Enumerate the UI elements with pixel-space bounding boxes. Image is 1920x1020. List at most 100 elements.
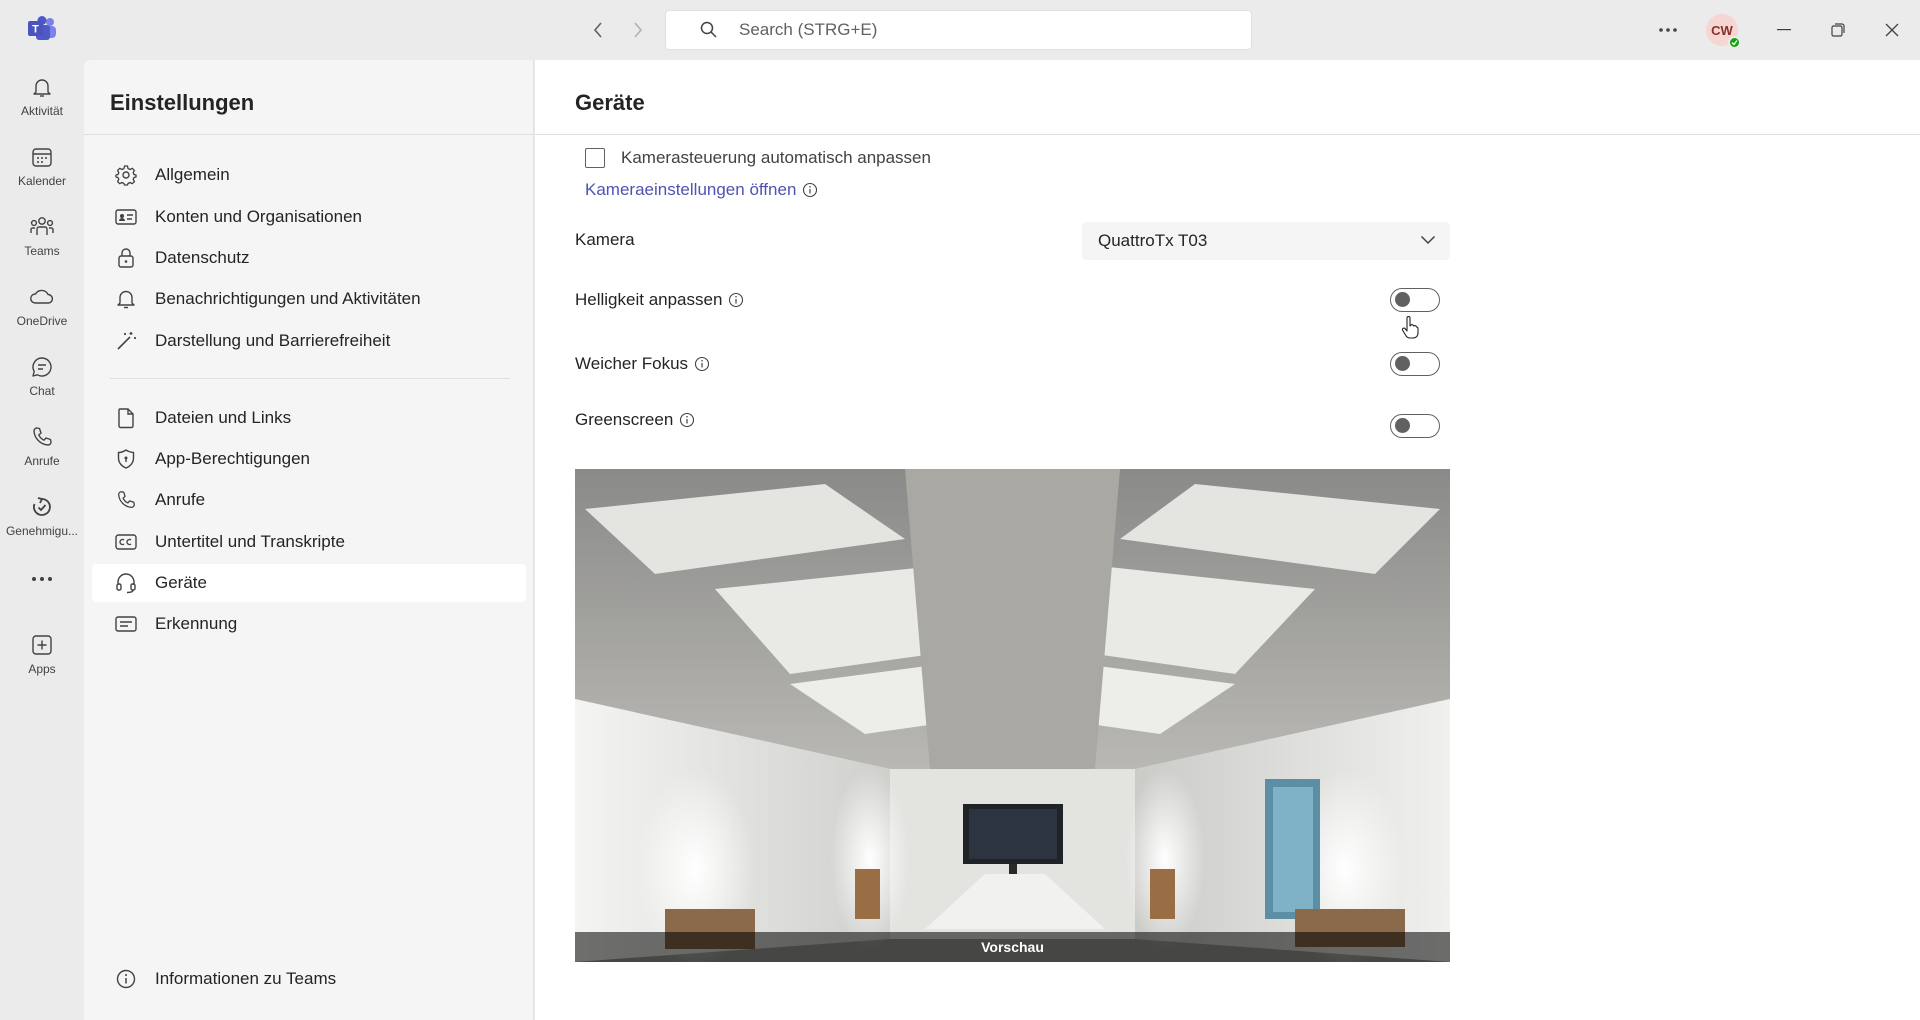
sidebar-item-konten[interactable]: Konten und Organisationen — [92, 198, 526, 236]
sidebar-title: Einstellungen — [110, 90, 255, 115]
search-icon — [699, 20, 719, 40]
sidebar-item-allgemein[interactable]: Allgemein — [92, 156, 526, 194]
chevron-down-icon — [1420, 232, 1436, 250]
sidebar-item-label: Darstellung und Barrierefreiheit — [155, 331, 391, 350]
sidebar-item-label: Untertitel und Transkripte — [155, 532, 345, 551]
info-icon[interactable] — [679, 412, 695, 428]
minimize-button[interactable] — [1770, 16, 1798, 44]
rail-item-label: Chat — [29, 384, 55, 398]
info-icon — [114, 967, 138, 991]
rail-item-label: Anrufe — [24, 454, 60, 468]
gear-icon — [114, 163, 138, 187]
sidebar-item-label: Benachrichtigungen und Aktivitäten — [155, 289, 421, 308]
rail-item-onedrive[interactable]: OneDrive — [0, 278, 84, 340]
bell-icon — [29, 74, 55, 100]
page-title: Geräte — [575, 90, 645, 115]
rail-item-teams[interactable]: Teams — [0, 208, 84, 270]
preview-caption: Vorschau — [575, 932, 1450, 962]
sidebar-item-label: Informationen zu Teams — [155, 969, 337, 988]
divider — [535, 134, 1920, 135]
soft-focus-row-label: Weicher Fokus — [575, 354, 710, 374]
shield-icon — [114, 447, 138, 471]
rail-more-button[interactable] — [0, 560, 84, 600]
sidebar-item-label: App-Berechtigungen — [155, 449, 311, 468]
sidebar-item-untertitel[interactable]: Untertitel und Transkripte — [92, 523, 526, 561]
approvals-icon — [29, 494, 55, 520]
id-card-icon — [114, 205, 138, 229]
sidebar-item-geraete[interactable]: Geräte — [92, 564, 526, 602]
sidebar-item-label: Geräte — [155, 573, 207, 592]
toggle-knob — [1395, 418, 1410, 433]
headset-icon — [114, 571, 138, 595]
greenscreen-toggle[interactable] — [1390, 414, 1440, 438]
rail-item-apps[interactable]: Apps — [0, 626, 84, 688]
hand-cursor-icon — [1401, 316, 1419, 340]
cloud-icon — [29, 284, 55, 310]
more-horizontal-icon — [29, 566, 55, 592]
rail-item-label: Teams — [24, 244, 60, 258]
sidebar-item-label: Konten und Organisationen — [155, 207, 362, 226]
magic-wand-icon — [114, 329, 138, 353]
settings-sidebar: Einstellungen Allgemein Konten und Organ… — [84, 60, 534, 1020]
phone-icon — [29, 424, 55, 450]
sidebar-item-benachrichtigungen[interactable]: Benachrichtigungen und Aktivitäten — [92, 280, 526, 318]
search-box[interactable] — [665, 10, 1252, 50]
sidebar-item-label: Dateien und Links — [155, 408, 292, 427]
rail-item-genehmigungen[interactable]: Genehmigu... — [0, 488, 84, 550]
teams-icon — [29, 214, 55, 240]
brightness-label: Helligkeit anpassen — [575, 290, 723, 309]
greenscreen-label: Greenscreen — [575, 410, 674, 429]
minimize-icon — [1777, 29, 1791, 31]
greenscreen-row-label: Greenscreen — [575, 410, 695, 430]
info-icon[interactable] — [728, 292, 744, 308]
calendar-icon — [29, 144, 55, 170]
camera-control-option: Kamerasteuerung automatisch anpassen — [585, 148, 931, 168]
phone-icon — [114, 488, 138, 512]
sidebar-item-dateien[interactable]: Dateien und Links — [92, 399, 526, 437]
rail-item-label: OneDrive — [16, 314, 68, 328]
sidebar-item-erkennung[interactable]: Erkennung — [92, 605, 526, 643]
rail-item-chat[interactable]: Chat — [0, 348, 84, 410]
closed-captions-icon — [114, 530, 138, 554]
rail-item-label: Aktivität — [20, 104, 63, 118]
info-icon[interactable] — [694, 356, 710, 372]
add-apps-icon — [29, 632, 55, 658]
close-button[interactable] — [1878, 16, 1906, 44]
rail-item-kalender[interactable]: Kalender — [0, 138, 84, 200]
sidebar-item-app-berechtigungen[interactable]: App-Berechtigungen — [92, 440, 526, 478]
avatar[interactable]: CW — [1706, 14, 1741, 49]
divider — [110, 378, 510, 379]
search-input[interactable] — [739, 20, 1199, 40]
more-horizontal-icon — [1659, 28, 1677, 32]
divider — [84, 134, 534, 135]
sidebar-item-datenschutz[interactable]: Datenschutz — [92, 239, 526, 277]
sidebar-item-anrufe[interactable]: Anrufe — [92, 481, 526, 519]
back-button[interactable] — [584, 16, 612, 44]
camera-settings-link[interactable]: Kameraeinstellungen öffnen — [585, 180, 796, 200]
brightness-toggle[interactable] — [1390, 288, 1440, 312]
rail-item-aktivitaet[interactable]: Aktivität — [0, 68, 84, 130]
sidebar-item-label: Allgemein — [155, 165, 230, 184]
restore-button[interactable] — [1824, 16, 1852, 44]
sidebar-item-informationen[interactable]: Informationen zu Teams — [92, 960, 526, 998]
lock-icon — [114, 246, 138, 270]
camera-control-label: Kamerasteuerung automatisch anpassen — [621, 148, 931, 167]
forward-button[interactable] — [624, 16, 652, 44]
camera-settings-row: Kameraeinstellungen öffnen — [585, 180, 818, 200]
document-icon — [114, 406, 138, 430]
main-content: Geräte Kamerasteuerung automatisch anpas… — [535, 60, 1920, 1020]
soft-focus-toggle[interactable] — [1390, 352, 1440, 376]
soft-focus-label: Weicher Fokus — [575, 354, 689, 373]
rail-item-anrufe[interactable]: Anrufe — [0, 418, 84, 480]
sidebar-item-darstellung[interactable]: Darstellung und Barrierefreiheit — [92, 322, 526, 360]
bell-icon — [114, 287, 138, 311]
camera-select[interactable]: QuattroTx T03 — [1082, 222, 1450, 260]
more-options-button[interactable] — [1652, 16, 1684, 44]
text-lines-icon — [114, 612, 138, 636]
camera-control-checkbox[interactable] — [585, 148, 605, 168]
camera-preview: Vorschau — [575, 469, 1450, 962]
brightness-row-label: Helligkeit anpassen — [575, 290, 744, 310]
chat-icon — [29, 354, 55, 380]
sidebar-item-label: Datenschutz — [155, 248, 250, 267]
info-icon[interactable] — [802, 182, 818, 198]
